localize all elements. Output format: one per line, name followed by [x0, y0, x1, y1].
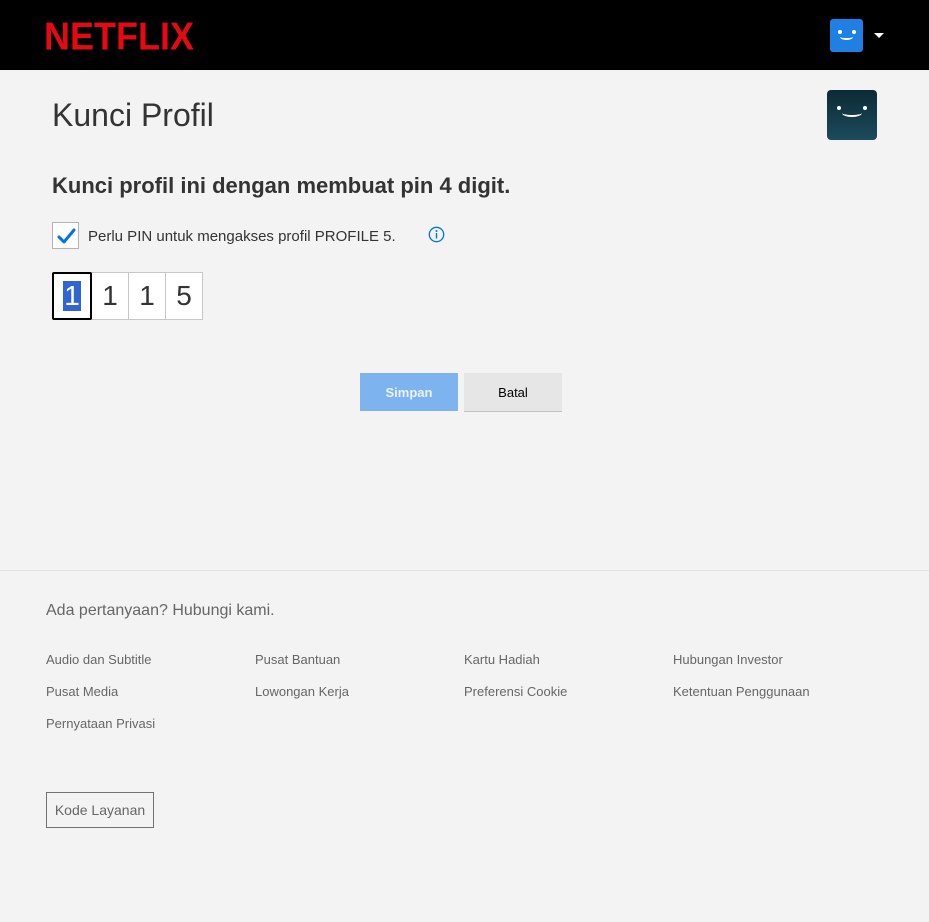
cancel-button[interactable]: Batal — [464, 373, 562, 411]
profile-avatar[interactable] — [830, 19, 863, 52]
footer-link-terms-of-use[interactable]: Ketentuan Penggunaan — [673, 684, 810, 699]
pin-input-group: 1 1 1 5 — [52, 272, 203, 320]
avatar-smile-icon — [840, 34, 853, 40]
footer-link-cookie-preferences[interactable]: Preferensi Cookie — [464, 684, 567, 699]
footer-link-audio-subtitle[interactable]: Audio dan Subtitle — [46, 652, 152, 667]
pin-digit-2[interactable]: 1 — [91, 272, 129, 320]
footer-link-help-center[interactable]: Pusat Bantuan — [255, 652, 340, 667]
top-header: NETFLIX — [0, 0, 929, 70]
avatar-smile-icon — [842, 109, 862, 117]
checkmark-icon — [57, 228, 76, 244]
profile-avatar-large — [827, 90, 877, 140]
avatar-eye-icon — [863, 106, 867, 110]
footer-contact-text[interactable]: Ada pertanyaan? Hubungi kami. — [46, 602, 275, 620]
save-button[interactable]: Simpan — [360, 373, 458, 411]
pin-digit-3[interactable]: 1 — [128, 272, 166, 320]
footer-link-jobs[interactable]: Lowongan Kerja — [255, 684, 349, 699]
avatar-eye-icon — [837, 106, 841, 110]
footer-link-gift-cards[interactable]: Kartu Hadiah — [464, 652, 540, 667]
require-pin-label: Perlu PIN untuk mengakses profil PROFILE… — [88, 228, 396, 245]
section-subtitle: Kunci profil ini dengan membuat pin 4 di… — [52, 173, 511, 198]
account-menu[interactable] — [830, 19, 888, 52]
footer-divider — [0, 570, 929, 571]
footer-link-privacy[interactable]: Pernyataan Privasi — [46, 716, 155, 731]
page-title: Kunci Profil — [52, 97, 214, 133]
require-pin-checkbox[interactable] — [52, 222, 79, 249]
caret-down-icon[interactable] — [874, 33, 884, 38]
info-icon[interactable] — [428, 226, 445, 243]
pin-digit-4[interactable]: 5 — [165, 272, 203, 320]
footer-link-investor-relations[interactable]: Hubungan Investor — [673, 652, 783, 667]
netflix-logo[interactable]: NETFLIX — [44, 14, 194, 59]
footer-link-media-center[interactable]: Pusat Media — [46, 684, 118, 699]
service-code-button[interactable]: Kode Layanan — [46, 792, 154, 828]
pin-digit-1[interactable]: 1 — [52, 272, 92, 320]
